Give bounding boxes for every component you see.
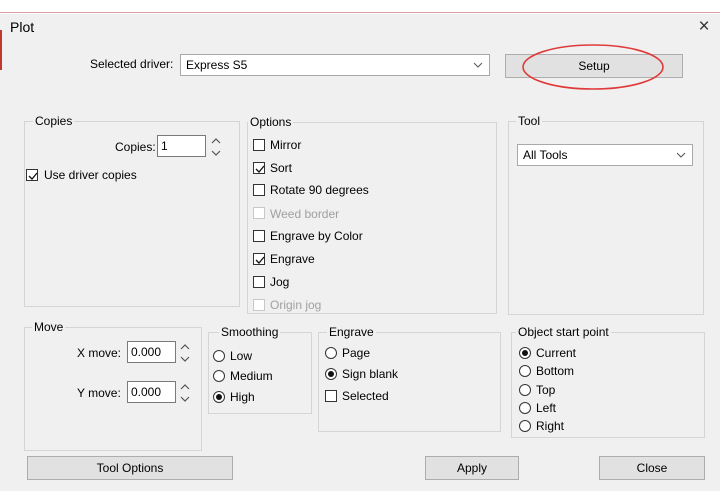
start-top-label: Top: [536, 383, 556, 397]
smoothing-group-title: Smoothing: [219, 325, 281, 339]
smoothing-medium-label: Medium: [230, 369, 273, 383]
check-icon: [255, 165, 265, 173]
tool-select[interactable]: All Tools: [517, 144, 693, 166]
sort-label: Sort: [270, 161, 293, 175]
x-move-input[interactable]: 0.000: [127, 341, 176, 363]
start-right-radio[interactable]: [519, 420, 531, 432]
y-move-value: 0.000: [131, 385, 162, 399]
tool-value: All Tools: [523, 148, 568, 162]
page-edge-line: [0, 12, 720, 13]
start-current-label: Current: [536, 346, 577, 360]
x-move-stepper-icon[interactable]: [179, 340, 191, 366]
use-driver-copies-checkbox[interactable]: [26, 169, 38, 181]
copies-group-title: Copies: [33, 114, 75, 128]
edge-marker: [0, 30, 2, 70]
chevron-down-icon: [473, 62, 483, 68]
radio-selected-dot: [522, 350, 528, 356]
origin-jog-label: Origin jog: [270, 298, 322, 312]
engrave-sign-blank-radio[interactable]: [325, 368, 337, 380]
radio-selected-dot: [328, 371, 334, 377]
engrave-selected-checkbox[interactable]: [325, 390, 337, 402]
x-move-value: 0.000: [131, 345, 162, 359]
close-icon[interactable]: ×: [693, 15, 715, 39]
driver-value: Express S5: [186, 58, 248, 72]
options-group-title: Options: [248, 115, 294, 129]
copies-value: 1: [161, 139, 168, 153]
y-move-input[interactable]: 0.000: [127, 381, 176, 403]
engrave-by-color-label: Engrave by Color: [270, 229, 363, 243]
start-bottom-radio[interactable]: [519, 365, 531, 377]
check-icon: [255, 256, 265, 264]
use-driver-copies-label: Use driver copies: [44, 168, 137, 182]
copies-stepper-icon[interactable]: [210, 134, 222, 160]
chevron-down-icon: [676, 152, 686, 158]
start-left-radio[interactable]: [519, 402, 531, 414]
jog-label: Jog: [270, 275, 290, 289]
smoothing-medium-radio[interactable]: [213, 370, 225, 382]
close-button[interactable]: Close: [599, 456, 705, 480]
mirror-label: Mirror: [270, 138, 302, 152]
start-top-radio[interactable]: [519, 384, 531, 396]
start-current-radio[interactable]: [519, 347, 531, 359]
start-point-group-title: Object start point: [516, 325, 611, 339]
y-move-stepper-icon[interactable]: [179, 380, 191, 406]
tool-options-button[interactable]: Tool Options: [27, 456, 233, 480]
window-title: Plot: [10, 19, 35, 35]
move-group-title: Move: [32, 320, 66, 334]
jog-checkbox[interactable]: [253, 276, 265, 288]
smoothing-low-label: Low: [230, 349, 253, 363]
tool-options-button-label: Tool Options: [96, 461, 164, 475]
origin-jog-checkbox: [253, 299, 265, 311]
check-icon: [28, 172, 38, 180]
apply-button[interactable]: Apply: [425, 456, 519, 480]
x-move-label: X move:: [77, 346, 122, 360]
mirror-checkbox[interactable]: [253, 139, 265, 151]
start-right-label: Right: [536, 419, 565, 433]
start-bottom-label: Bottom: [536, 364, 575, 378]
copies-input[interactable]: 1: [157, 135, 206, 157]
apply-button-label: Apply: [456, 461, 488, 475]
smoothing-low-radio[interactable]: [213, 350, 225, 362]
selected-driver-label: Selected driver:: [90, 57, 174, 71]
y-move-label: Y move:: [77, 386, 121, 400]
engrave-by-color-checkbox[interactable]: [253, 230, 265, 242]
close-button-label: Close: [636, 461, 668, 475]
driver-select[interactable]: Express S5: [180, 54, 490, 76]
copies-label: Copies:: [115, 140, 156, 154]
engrave-page-radio[interactable]: [325, 347, 337, 359]
smoothing-high-label: High: [230, 390, 255, 404]
tool-group-title: Tool: [516, 114, 543, 128]
engrave-sign-blank-label: Sign blank: [342, 367, 399, 381]
rotate-90-label: Rotate 90 degrees: [270, 183, 369, 197]
weed-border-checkbox: [253, 207, 265, 219]
rotate-90-checkbox[interactable]: [253, 184, 265, 196]
annotation-ellipse: [522, 44, 664, 90]
engrave-page-label: Page: [342, 346, 371, 360]
smoothing-high-radio[interactable]: [213, 391, 225, 403]
weed-border-label: Weed border: [270, 207, 340, 221]
start-left-label: Left: [536, 401, 557, 415]
engrave-group-title: Engrave: [327, 325, 376, 339]
engrave-label: Engrave: [270, 252, 315, 266]
radio-selected-dot: [216, 394, 222, 400]
engrave-checkbox[interactable]: [253, 253, 265, 265]
sort-checkbox[interactable]: [253, 162, 265, 174]
engrave-selected-label: Selected: [342, 389, 389, 403]
